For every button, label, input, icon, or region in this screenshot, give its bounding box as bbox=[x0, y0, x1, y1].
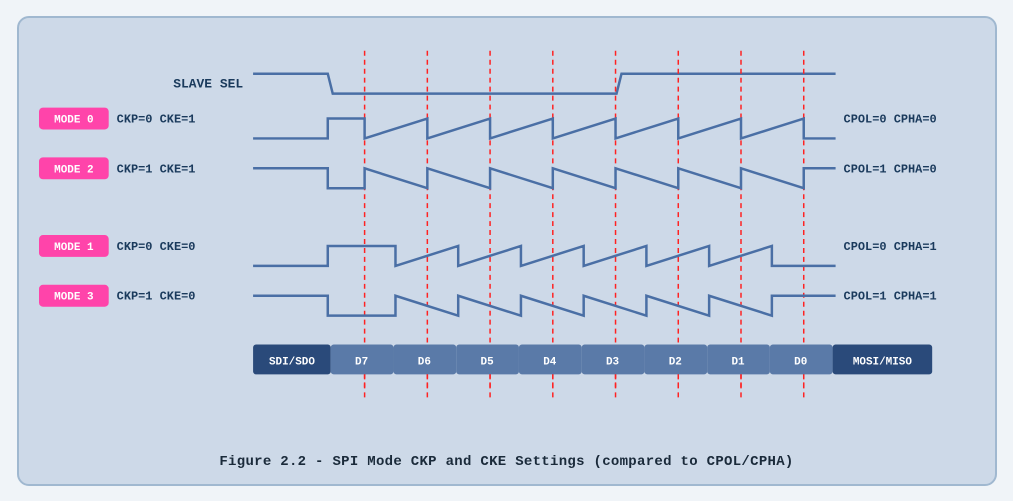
d4-label: D4 bbox=[543, 356, 557, 368]
mode3-cpol-cpha: CPOL=1 CPHA=1 bbox=[843, 289, 936, 303]
mode1-waveform bbox=[253, 245, 836, 265]
mode1-label: MODE 1 bbox=[54, 241, 94, 253]
mode2-waveform bbox=[253, 168, 836, 188]
diagram-area: SLAVE SEL MODE 0 CKP=0 CKE=1 bbox=[39, 36, 975, 444]
slave-sel-label: SLAVE SEL bbox=[173, 76, 243, 91]
d1-label: D1 bbox=[731, 356, 745, 368]
mode2-label: MODE 2 bbox=[54, 164, 93, 176]
mode0-label: MODE 0 bbox=[54, 114, 93, 126]
mode1-cpol-cpha: CPOL=0 CPHA=1 bbox=[843, 239, 936, 253]
sdi-sdo-label: SDI/SDO bbox=[268, 356, 314, 368]
d2-label: D2 bbox=[668, 356, 681, 368]
d5-label: D5 bbox=[480, 356, 493, 368]
figure-caption: Figure 2.2 - SPI Mode CKP and CKE Settin… bbox=[39, 444, 975, 470]
d0-label: D0 bbox=[794, 356, 807, 368]
slave-sel-waveform bbox=[253, 73, 836, 93]
mode2-ckp-cke: CKP=1 CKE=1 bbox=[116, 162, 195, 176]
main-container: SLAVE SEL MODE 0 CKP=0 CKE=1 bbox=[17, 16, 997, 486]
mode2-cpol-cpha: CPOL=1 CPHA=0 bbox=[843, 162, 936, 176]
mode0-cpol-cpha: CPOL=0 CPHA=0 bbox=[843, 112, 936, 126]
mode3-label: MODE 3 bbox=[54, 291, 94, 303]
mode1-ckp-cke: CKP=0 CKE=0 bbox=[116, 239, 195, 253]
mode3-ckp-cke: CKP=1 CKE=0 bbox=[116, 289, 195, 303]
d7-label: D7 bbox=[355, 356, 368, 368]
d3-label: D3 bbox=[605, 356, 619, 368]
mode3-waveform bbox=[253, 295, 836, 315]
mode0-ckp-cke: CKP=0 CKE=1 bbox=[116, 112, 195, 126]
mode0-waveform bbox=[253, 118, 836, 138]
d6-label: D6 bbox=[417, 356, 430, 368]
mosi-miso-label: MOSI/MISO bbox=[852, 356, 912, 368]
diagram-svg: SLAVE SEL MODE 0 CKP=0 CKE=1 bbox=[39, 36, 975, 444]
